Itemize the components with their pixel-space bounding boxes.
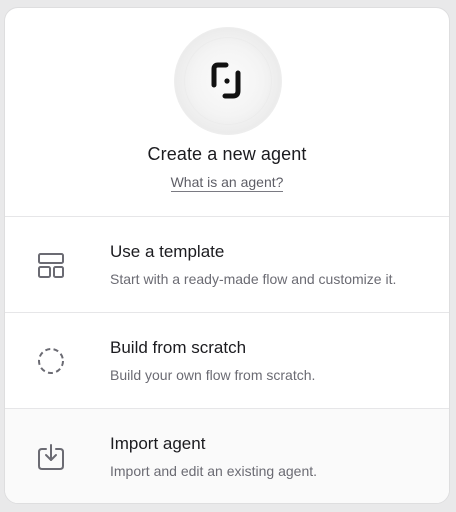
option-description: Build your own flow from scratch. bbox=[110, 367, 316, 383]
template-icon bbox=[35, 249, 67, 281]
dialog-header: Create a new agent What is an agent? bbox=[5, 8, 449, 216]
what-is-agent-link-wrap: What is an agent? bbox=[5, 174, 449, 192]
option-description: Start with a ready-made flow and customi… bbox=[110, 271, 397, 287]
option-use-template[interactable]: Use a template Start with a ready-made f… bbox=[5, 216, 449, 312]
create-agent-dialog: Create a new agent What is an agent? Use… bbox=[4, 7, 450, 504]
dialog-title: Create a new agent bbox=[147, 144, 307, 164]
import-icon bbox=[35, 441, 67, 473]
option-description: Import and edit an existing agent. bbox=[110, 463, 318, 479]
option-title: Build from scratch bbox=[110, 338, 247, 357]
brand-logo-icon bbox=[211, 62, 241, 99]
option-title: Import agent bbox=[110, 434, 206, 453]
brand-logo bbox=[174, 27, 282, 135]
option-import-agent[interactable]: Import agent Import and edit an existing… bbox=[5, 408, 449, 503]
option-build-from-scratch[interactable]: Build from scratch Build your own flow f… bbox=[5, 312, 449, 408]
dashed-circle-icon bbox=[35, 345, 67, 377]
what-is-agent-link[interactable]: What is an agent? bbox=[170, 174, 284, 192]
option-title: Use a template bbox=[110, 242, 225, 261]
